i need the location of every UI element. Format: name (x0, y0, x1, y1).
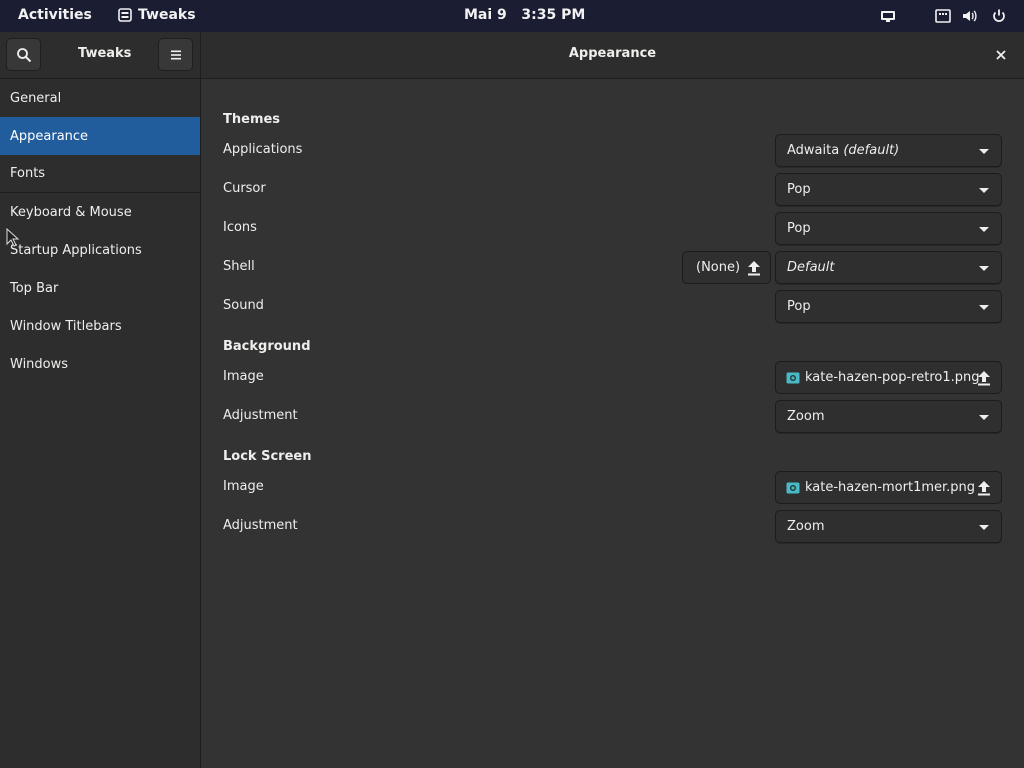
clock[interactable]: Mai 9 3:35 PM (464, 7, 585, 23)
background-adjustment-label: Adjustment (223, 408, 298, 423)
themes-heading: Themes (223, 112, 281, 127)
dropdown-arrow-icon (979, 266, 989, 271)
sound-theme-dropdown[interactable]: Pop (775, 290, 1002, 323)
background-image-filename: kate-hazen-pop-retro1.png (805, 370, 980, 385)
dropdown-arrow-icon (979, 227, 989, 232)
lock-screen-adjustment-value: Zoom (787, 519, 825, 534)
sidebar-header: Tweaks (0, 32, 200, 79)
sidebar-item-windows[interactable]: Windows (0, 345, 200, 383)
cursor-theme-dropdown[interactable]: Pop (775, 173, 1002, 206)
lock-screen-adjustment-dropdown[interactable]: Zoom (775, 510, 1002, 543)
mouse-pointer-icon (6, 228, 20, 247)
shell-label: Shell (223, 259, 255, 274)
sidebar-item-window-titlebars[interactable]: Window Titlebars (0, 307, 200, 345)
sidebar-item-fonts[interactable]: Fonts (0, 155, 200, 193)
search-icon (16, 47, 31, 62)
close-icon (996, 50, 1006, 60)
hamburger-menu-icon (170, 50, 181, 59)
power-icon[interactable] (991, 8, 1007, 24)
sidebar-item-keyboard-mouse[interactable]: Keyboard & Mouse (0, 193, 200, 231)
cursor-theme-value: Pop (787, 182, 811, 197)
lock-screen-image-file-button[interactable]: kate-hazen-mort1mer.png (775, 471, 1002, 504)
dropdown-arrow-icon (979, 415, 989, 420)
image-file-icon (786, 372, 800, 384)
menu-button[interactable] (158, 38, 193, 71)
background-heading: Background (223, 339, 311, 354)
shell-theme-dropdown[interactable]: Default (775, 251, 1002, 284)
dropdown-arrow-icon (979, 305, 989, 310)
dropdown-arrow-icon (979, 149, 989, 154)
background-image-label: Image (223, 369, 264, 384)
lock-screen-image-label: Image (223, 479, 264, 494)
top-bar: Activities Tweaks Mai 9 3:35 PM (0, 0, 1024, 32)
icons-label: Icons (223, 220, 257, 235)
upload-icon (748, 261, 760, 276)
icons-theme-dropdown[interactable]: Pop (775, 212, 1002, 245)
lock-screen-heading: Lock Screen (223, 449, 312, 464)
cursor-label: Cursor (223, 181, 266, 196)
appearance-panel: Themes Applications Adwaita (default) Cu… (201, 79, 1024, 768)
app-menu[interactable]: Tweaks (118, 7, 196, 23)
background-adjustment-value: Zoom (787, 409, 825, 424)
sidebar-item-appearance[interactable]: Appearance (0, 117, 200, 155)
applications-theme-default-note: (default) (843, 143, 900, 158)
sound-theme-value: Pop (787, 299, 811, 314)
close-button[interactable] (992, 46, 1010, 64)
image-file-icon (786, 482, 800, 494)
sidebar: General Appearance Fonts Keyboard & Mous… (0, 79, 200, 768)
tweaks-app-icon (118, 8, 132, 22)
page-title: Appearance (568, 46, 657, 61)
dropdown-arrow-icon (979, 188, 989, 193)
lock-screen-adjustment-label: Adjustment (223, 518, 298, 533)
dropdown-arrow-icon (979, 525, 989, 530)
sidebar-title: Tweaks (78, 46, 132, 61)
shell-theme-file-button[interactable]: (None) (682, 251, 771, 284)
sidebar-item-startup-applications[interactable]: Startup Applications (0, 231, 200, 269)
upload-icon (978, 481, 990, 496)
volume-icon[interactable] (962, 8, 978, 24)
upload-icon (978, 371, 990, 386)
applications-theme-value: Adwaita (787, 143, 840, 158)
icons-theme-value: Pop (787, 221, 811, 236)
search-button[interactable] (6, 38, 41, 71)
lock-screen-image-filename: kate-hazen-mort1mer.png (805, 480, 976, 495)
display-icon[interactable] (880, 8, 896, 24)
background-adjustment-dropdown[interactable]: Zoom (775, 400, 1002, 433)
keyboard-layout-icon[interactable] (935, 8, 951, 24)
sound-label: Sound (223, 298, 264, 313)
applications-theme-dropdown[interactable]: Adwaita (default) (775, 134, 1002, 167)
sidebar-item-general[interactable]: General (0, 79, 200, 117)
activities-button[interactable]: Activities (18, 7, 92, 23)
applications-label: Applications (223, 142, 303, 157)
app-name: Tweaks (138, 7, 196, 23)
shell-theme-value: Default (787, 260, 835, 275)
main-header: Appearance (201, 32, 1024, 79)
background-image-file-button[interactable]: kate-hazen-pop-retro1.png (775, 361, 1002, 394)
shell-file-value: (None) (696, 260, 741, 275)
sidebar-item-top-bar[interactable]: Top Bar (0, 269, 200, 307)
